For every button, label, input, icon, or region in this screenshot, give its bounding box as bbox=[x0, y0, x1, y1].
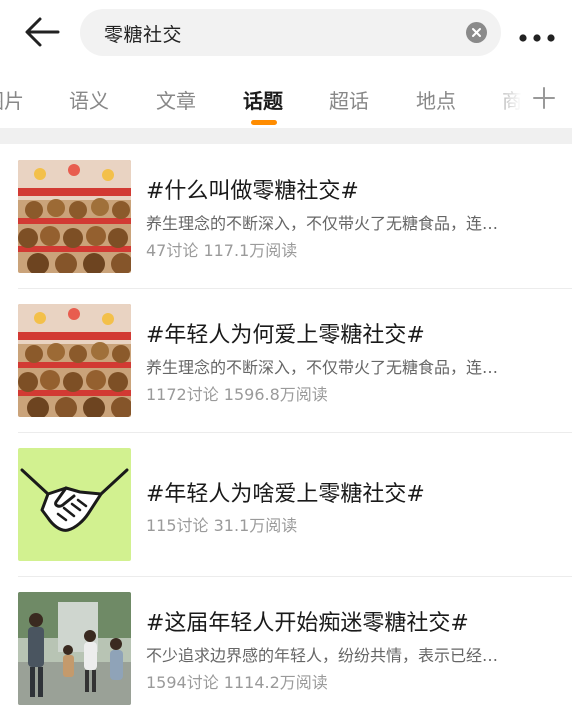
tab-topics[interactable]: 话题 bbox=[243, 85, 283, 114]
topic-title: #这届年轻人开始痴迷零糖社交# bbox=[146, 611, 469, 636]
topic-description: 养生理念的不断深入，不仅带火了无糖食品，连… bbox=[146, 214, 499, 233]
topic-title: #年轻人为啥爱上零糖社交# bbox=[146, 482, 425, 507]
topic-description: 不少追求边界感的年轻人，纷纷共情，表示已经… bbox=[146, 646, 499, 665]
add-tab-button[interactable] bbox=[532, 86, 556, 110]
topic-item[interactable]: #年轻人为啥爱上零糖社交# 115讨论 31.1万阅读 bbox=[0, 432, 572, 576]
search-header: 零糖社交 bbox=[0, 0, 572, 64]
topic-item[interactable]: #这届年轻人开始痴迷零糖社交# 不少追求边界感的年轻人，纷纷共情，表示已经… 1… bbox=[0, 576, 572, 720]
search-input[interactable]: 零糖社交 bbox=[80, 9, 501, 56]
topic-description: 养生理念的不断深入，不仅带火了无糖食品，连… bbox=[146, 358, 499, 377]
topic-stats: 47讨论 117.1万阅读 bbox=[146, 241, 298, 260]
tabs-fade-overlay bbox=[488, 66, 572, 128]
close-circle-icon bbox=[472, 28, 481, 37]
topic-stats: 115讨论 31.1万阅读 bbox=[146, 516, 298, 535]
section-separator bbox=[0, 128, 572, 144]
topic-stats: 1172讨论 1596.8万阅读 bbox=[146, 385, 328, 404]
search-tabs: 图片 语义 文章 话题 超话 地点 商品 bbox=[0, 66, 572, 128]
handshake-icon bbox=[18, 448, 131, 561]
topic-title: #什么叫做零糖社交# bbox=[146, 179, 359, 204]
topic-item[interactable]: #年轻人为何爱上零糖社交# 养生理念的不断深入，不仅带火了无糖食品，连… 117… bbox=[0, 288, 572, 432]
tab-articles[interactable]: 文章 bbox=[156, 85, 196, 114]
tab-semantic[interactable]: 语义 bbox=[69, 85, 109, 114]
topic-thumbnail bbox=[18, 592, 131, 705]
more-horizontal-icon bbox=[519, 34, 555, 42]
back-button[interactable] bbox=[22, 14, 62, 50]
topic-title: #年轻人为何爱上零糖社交# bbox=[146, 323, 425, 348]
clear-search-button[interactable] bbox=[466, 22, 487, 43]
arrow-left-icon bbox=[25, 17, 60, 47]
topic-stats: 1594讨论 1114.2万阅读 bbox=[146, 673, 328, 692]
tab-pictures[interactable]: 图片 bbox=[0, 85, 24, 114]
topic-thumbnail bbox=[18, 160, 131, 273]
active-tab-indicator bbox=[251, 120, 277, 125]
search-query: 零糖社交 bbox=[104, 24, 183, 46]
tab-super-topics[interactable]: 超话 bbox=[329, 85, 369, 114]
tab-places[interactable]: 地点 bbox=[416, 85, 456, 114]
topic-thumbnail bbox=[18, 448, 131, 561]
more-button[interactable] bbox=[518, 28, 556, 42]
plus-icon bbox=[533, 87, 555, 109]
people-photo-image bbox=[18, 592, 131, 705]
plush-toys-image bbox=[18, 160, 131, 273]
plush-toys-image bbox=[18, 304, 131, 417]
topic-thumbnail bbox=[18, 304, 131, 417]
topic-item[interactable]: #什么叫做零糖社交# 养生理念的不断深入，不仅带火了无糖食品，连… 47讨论 1… bbox=[0, 144, 572, 288]
